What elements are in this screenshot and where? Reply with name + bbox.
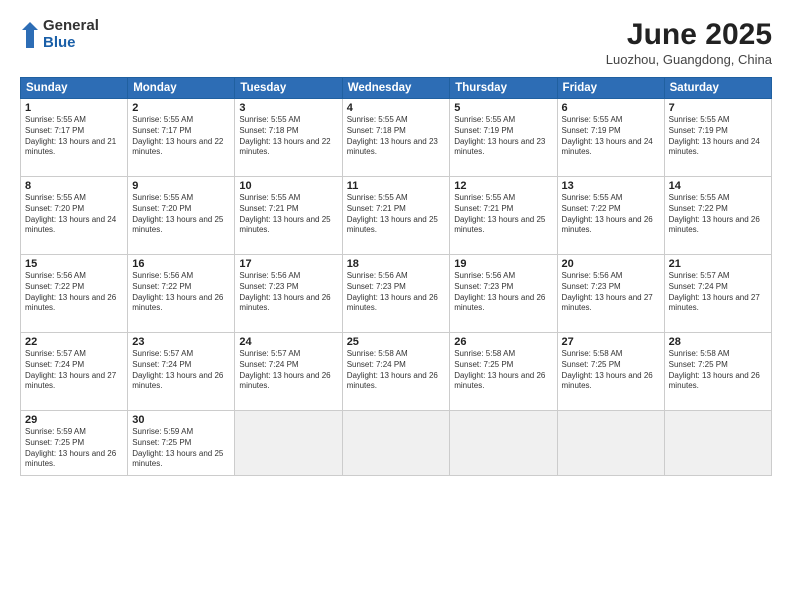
- col-saturday: Saturday: [664, 78, 771, 99]
- table-row: 24Sunrise: 5:57 AMSunset: 7:24 PMDayligh…: [235, 333, 342, 411]
- table-row: 26Sunrise: 5:58 AMSunset: 7:25 PMDayligh…: [450, 333, 557, 411]
- title-block: June 2025 Luozhou, Guangdong, China: [606, 18, 772, 67]
- table-row: 14Sunrise: 5:55 AMSunset: 7:22 PMDayligh…: [664, 177, 771, 255]
- month-title: June 2025: [606, 18, 772, 52]
- table-row: 11Sunrise: 5:55 AMSunset: 7:21 PMDayligh…: [342, 177, 450, 255]
- table-row: 9Sunrise: 5:55 AMSunset: 7:20 PMDaylight…: [128, 177, 235, 255]
- col-monday: Monday: [128, 78, 235, 99]
- table-row: 25Sunrise: 5:58 AMSunset: 7:24 PMDayligh…: [342, 333, 450, 411]
- table-row: 30Sunrise: 5:59 AMSunset: 7:25 PMDayligh…: [128, 411, 235, 476]
- logo-blue: Blue: [43, 35, 99, 52]
- table-row: 17Sunrise: 5:56 AMSunset: 7:23 PMDayligh…: [235, 255, 342, 333]
- table-row: 18Sunrise: 5:56 AMSunset: 7:23 PMDayligh…: [342, 255, 450, 333]
- col-thursday: Thursday: [450, 78, 557, 99]
- table-row: 5Sunrise: 5:55 AMSunset: 7:19 PMDaylight…: [450, 99, 557, 177]
- table-row: 13Sunrise: 5:55 AMSunset: 7:22 PMDayligh…: [557, 177, 664, 255]
- table-row: 19Sunrise: 5:56 AMSunset: 7:23 PMDayligh…: [450, 255, 557, 333]
- logo: General Blue: [20, 18, 99, 51]
- empty-cell: [450, 411, 557, 476]
- table-row: 15Sunrise: 5:56 AMSunset: 7:22 PMDayligh…: [21, 255, 128, 333]
- table-row: 7Sunrise: 5:55 AMSunset: 7:19 PMDaylight…: [664, 99, 771, 177]
- table-row: 20Sunrise: 5:56 AMSunset: 7:23 PMDayligh…: [557, 255, 664, 333]
- empty-cell: [557, 411, 664, 476]
- table-row: 4Sunrise: 5:55 AMSunset: 7:18 PMDaylight…: [342, 99, 450, 177]
- table-row: 3Sunrise: 5:55 AMSunset: 7:18 PMDaylight…: [235, 99, 342, 177]
- table-row: 8Sunrise: 5:55 AMSunset: 7:20 PMDaylight…: [21, 177, 128, 255]
- table-row: 27Sunrise: 5:58 AMSunset: 7:25 PMDayligh…: [557, 333, 664, 411]
- table-row: 28Sunrise: 5:58 AMSunset: 7:25 PMDayligh…: [664, 333, 771, 411]
- col-wednesday: Wednesday: [342, 78, 450, 99]
- col-friday: Friday: [557, 78, 664, 99]
- logo-icon: [20, 20, 40, 50]
- table-row: 21Sunrise: 5:57 AMSunset: 7:24 PMDayligh…: [664, 255, 771, 333]
- table-row: 29Sunrise: 5:59 AMSunset: 7:25 PMDayligh…: [21, 411, 128, 476]
- empty-cell: [664, 411, 771, 476]
- empty-cell: [342, 411, 450, 476]
- table-row: 12Sunrise: 5:55 AMSunset: 7:21 PMDayligh…: [450, 177, 557, 255]
- calendar-table: Sunday Monday Tuesday Wednesday Thursday…: [20, 77, 772, 476]
- table-row: 22Sunrise: 5:57 AMSunset: 7:24 PMDayligh…: [21, 333, 128, 411]
- calendar-header-row: Sunday Monday Tuesday Wednesday Thursday…: [21, 78, 772, 99]
- page-header: General Blue June 2025 Luozhou, Guangdon…: [20, 18, 772, 67]
- col-sunday: Sunday: [21, 78, 128, 99]
- empty-cell: [235, 411, 342, 476]
- table-row: 23Sunrise: 5:57 AMSunset: 7:24 PMDayligh…: [128, 333, 235, 411]
- table-row: 16Sunrise: 5:56 AMSunset: 7:22 PMDayligh…: [128, 255, 235, 333]
- table-row: 1Sunrise: 5:55 AMSunset: 7:17 PMDaylight…: [21, 99, 128, 177]
- table-row: 2Sunrise: 5:55 AMSunset: 7:17 PMDaylight…: [128, 99, 235, 177]
- table-row: 6Sunrise: 5:55 AMSunset: 7:19 PMDaylight…: [557, 99, 664, 177]
- col-tuesday: Tuesday: [235, 78, 342, 99]
- location: Luozhou, Guangdong, China: [606, 52, 772, 67]
- logo-general: General: [43, 18, 99, 35]
- table-row: 10Sunrise: 5:55 AMSunset: 7:21 PMDayligh…: [235, 177, 342, 255]
